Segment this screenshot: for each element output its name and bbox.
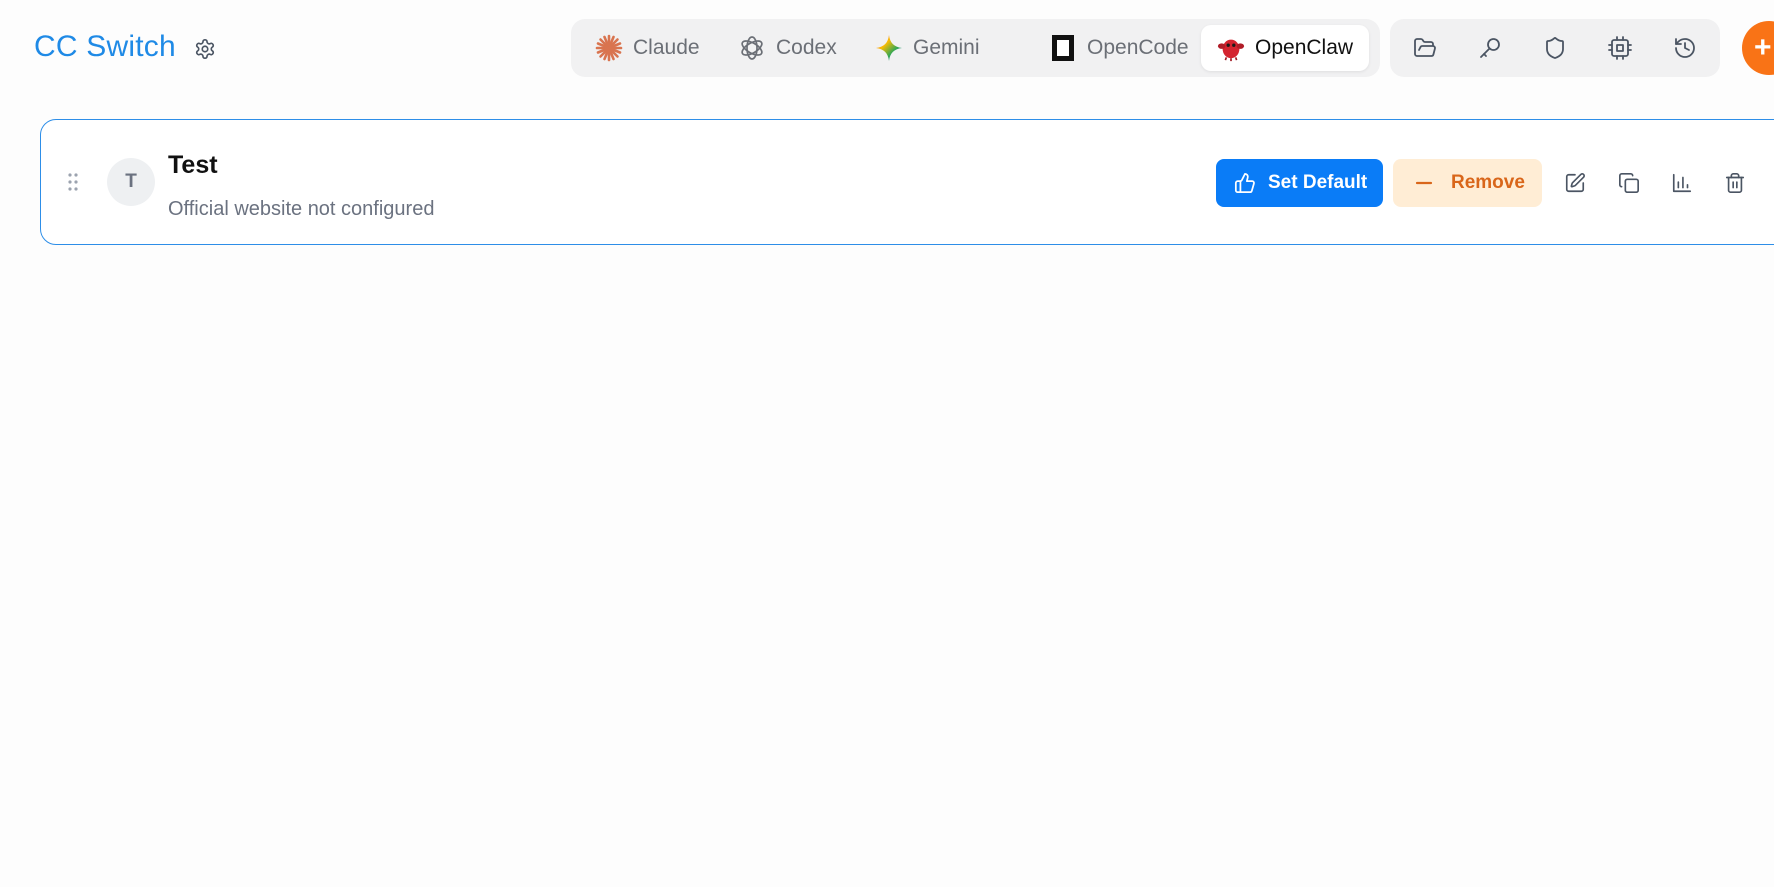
provider-name: Test [168,151,218,179]
remove-label: Remove [1451,172,1525,193]
grip-vertical-icon [68,173,78,191]
set-default-label: Set Default [1268,172,1368,193]
provider-website: Official website not configured [168,198,435,220]
cpu-button[interactable] [1606,34,1634,62]
tab-label: Codex [776,36,837,59]
provider-card[interactable]: T Test Official website not configured S… [40,119,1774,245]
delete-button[interactable] [1722,170,1748,196]
gear-icon [195,39,215,59]
key-icon [1480,38,1500,58]
tab-label: Claude [633,36,700,59]
bar-chart-icon [1672,173,1692,193]
app-title: CC Switch [34,30,176,63]
app-root: CC Switch Claude Codex Gemini OpenCode O… [0,0,1774,887]
cpu-icon [1608,36,1632,60]
gemini-icon [875,34,903,62]
drag-handle[interactable] [68,173,78,191]
trash-icon [1725,173,1745,193]
settings-button[interactable] [192,36,218,62]
folder-open-icon [1414,38,1436,57]
open-folder-button[interactable] [1411,34,1439,62]
usage-stats-button[interactable] [1669,170,1695,196]
tab-claude[interactable]: Claude [579,25,716,71]
remove-button[interactable]: Remove [1393,159,1542,207]
thumbs-up-icon [1234,172,1255,194]
tab-openclaw[interactable]: OpenClaw [1201,25,1370,71]
tab-label: OpenClaw [1255,36,1354,59]
minus-icon [1415,181,1433,185]
security-button[interactable] [1541,34,1569,62]
openai-icon [738,34,766,62]
api-key-button[interactable] [1476,34,1504,62]
tab-opencode[interactable]: OpenCode [1033,25,1205,71]
shield-icon [1546,37,1564,59]
plus-icon: + [1754,31,1772,64]
tab-label: Gemini [913,36,980,59]
add-provider-button[interactable]: + [1742,21,1774,75]
app-tab-bar: Claude Codex Gemini OpenCode OpenClaw [571,19,1380,77]
history-button[interactable] [1671,34,1699,62]
tab-label: OpenCode [1087,36,1189,59]
opencode-icon [1049,34,1077,62]
copy-icon [1619,173,1639,193]
toolbar [1390,19,1720,77]
history-icon [1675,38,1695,58]
tab-gemini[interactable]: Gemini [859,25,996,71]
openclaw-icon [1217,34,1245,62]
duplicate-button[interactable] [1616,170,1642,196]
tab-codex[interactable]: Codex [722,25,853,71]
edit-button[interactable] [1562,170,1588,196]
avatar: T [107,158,155,206]
claude-icon [595,34,623,62]
set-default-button[interactable]: Set Default [1216,159,1383,207]
edit-icon [1565,173,1585,193]
